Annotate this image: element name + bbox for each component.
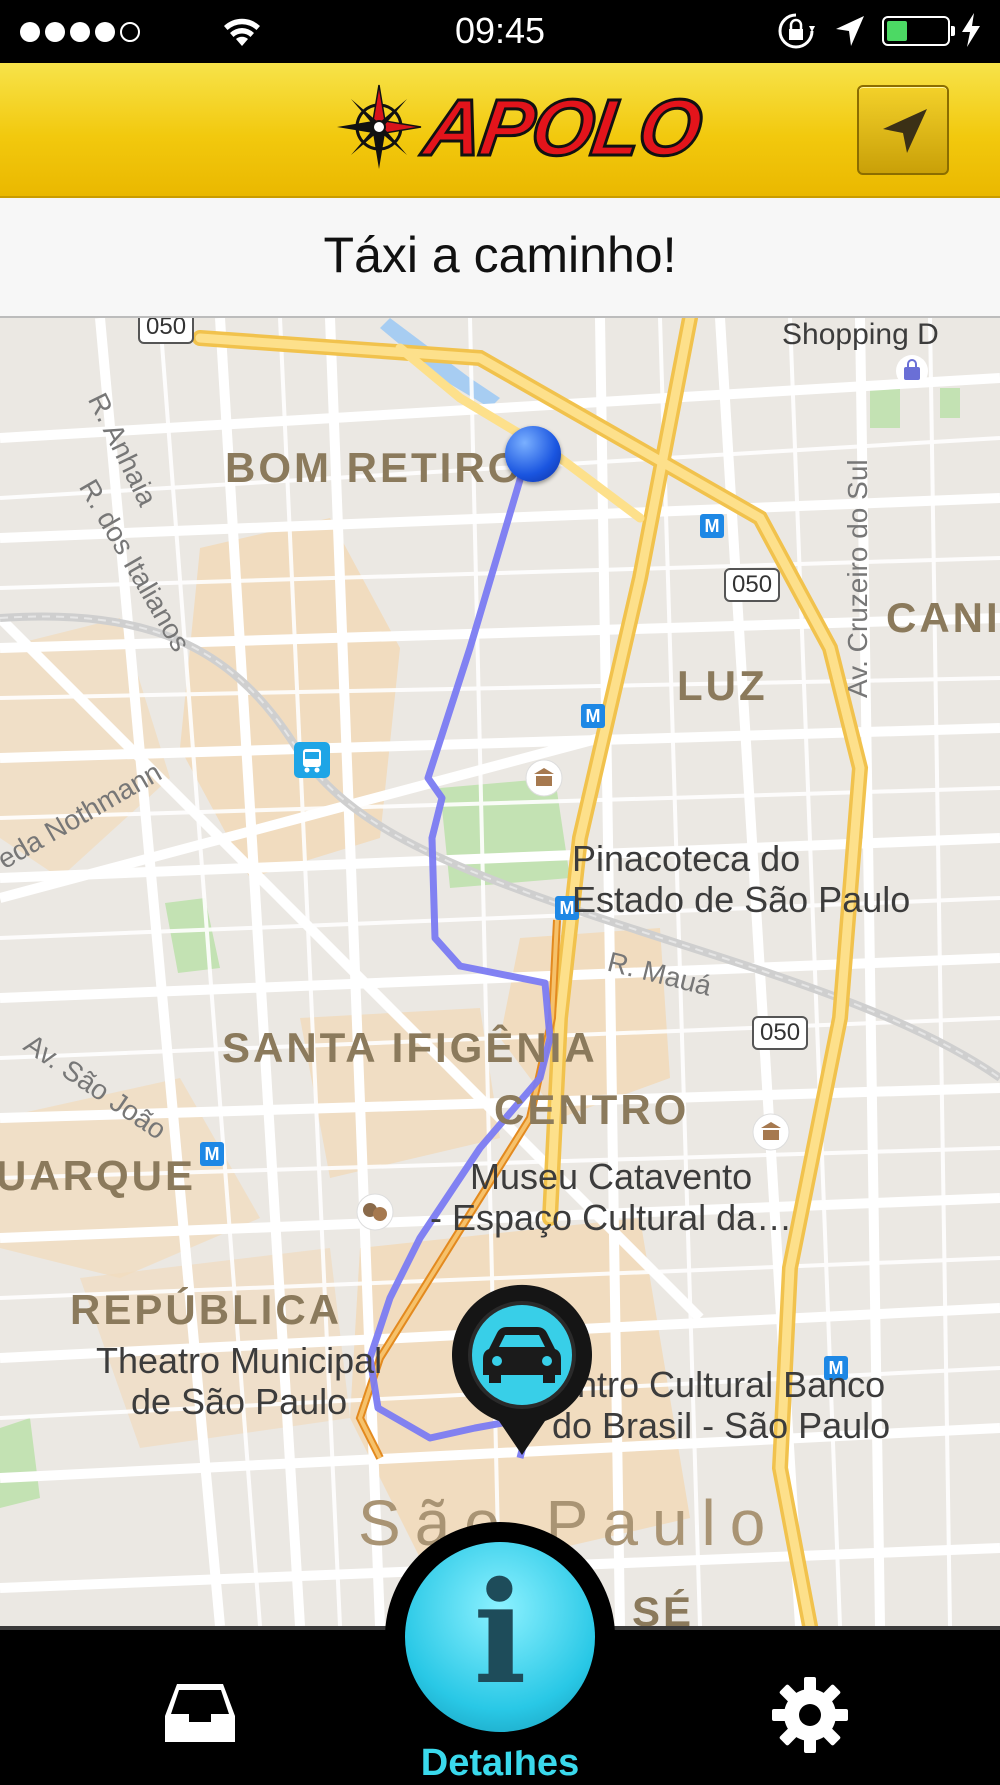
poi-label: Shopping D [782,318,939,351]
street-label: Av. Cruzeiro do Sul [842,459,873,698]
battery-icon [882,16,955,46]
poi-label: Pinacoteca do Estado de São Paulo [572,838,911,920]
district-label: SÉ [632,1588,695,1626]
app-header: APOLO [0,63,1000,198]
highway-shield: 050 [724,568,781,602]
ride-status-banner: Táxi a caminho! [0,198,1000,318]
details-info-button[interactable]: i [385,1522,615,1752]
highway-shield: 050 [138,318,195,344]
metro-icon[interactable]: M [200,1142,224,1166]
status-bar: 09:45 [0,0,1000,63]
shopping-bag-icon[interactable] [895,354,929,388]
info-icon: i [405,1542,595,1732]
poi-label: Theatro Municipal de São Paulo [96,1340,383,1422]
map-view[interactable]: 050 050 050 M M M M M BOM RETIRO LUZ SAN… [0,318,1000,1626]
museum-icon[interactable] [524,758,564,798]
district-label: CANI [886,594,1000,641]
location-arrow-icon [836,16,864,46]
brand-logo: APOLO [417,82,707,174]
taxi-marker-icon[interactable] [447,1283,597,1458]
district-label: SANTA IFIGÊNIA [222,1024,598,1071]
metro-icon[interactable]: M [581,704,605,728]
pickup-location-marker[interactable] [505,426,561,482]
highway-shield: 050 [752,1016,809,1050]
bus-station-icon[interactable] [294,742,330,778]
battery-level [887,21,907,41]
metro-icon[interactable]: M [700,514,724,538]
compass-rose-icon [337,84,422,169]
district-label: LUZ [677,662,768,709]
poi-label: Museu Catavento - Espaço Cultural da… [430,1156,793,1238]
district-label: CENTRO [494,1086,690,1133]
district-label: REPÚBLICA [70,1286,343,1333]
locate-me-button[interactable] [857,85,949,175]
museum-icon[interactable] [751,1112,791,1152]
rotation-lock-icon [778,13,815,49]
poi-label: entro Cultural Banco do Brasil - São Pau… [552,1364,891,1446]
district-label: BOM RETIRO [225,444,524,491]
navigation-arrow-icon [883,109,927,153]
charging-bolt-icon [962,13,980,47]
district-label: UARQUE [0,1152,197,1199]
theatre-icon[interactable] [355,1192,395,1232]
ride-status-text: Táxi a caminho! [323,227,677,283]
inbox-tray-icon[interactable] [163,1682,237,1744]
